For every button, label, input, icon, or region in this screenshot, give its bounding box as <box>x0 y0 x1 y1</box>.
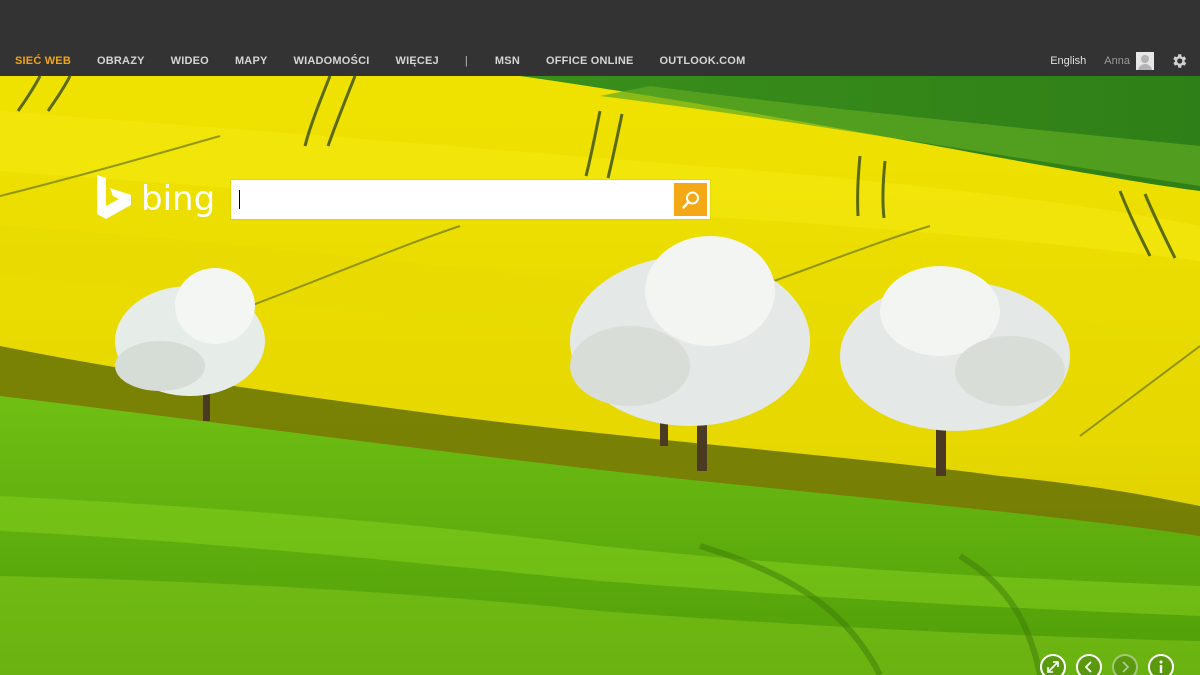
search-input[interactable] <box>239 185 663 215</box>
fullscreen-button[interactable] <box>1040 654 1066 675</box>
nav-item-outlook[interactable]: OUTLOOK.COM <box>660 55 746 67</box>
gear-icon[interactable] <box>1170 52 1188 70</box>
previous-image-button[interactable] <box>1076 654 1102 675</box>
info-icon <box>1159 660 1163 673</box>
nav-item-msn[interactable]: MSN <box>495 55 520 67</box>
header-tools: English Anna <box>1050 50 1188 72</box>
main-nav: SIEĆ WEB OBRAZY WIDEO MAPY WIADOMOŚCI WI… <box>15 54 771 68</box>
search-box <box>231 180 710 219</box>
image-controls <box>1040 654 1174 675</box>
nav-item-news[interactable]: WIADOMOŚCI <box>294 55 370 67</box>
search-icon <box>681 191 699 209</box>
nav-separator: | <box>464 55 468 67</box>
nav-item-videos[interactable]: WIDEO <box>171 55 209 67</box>
top-bar: SIEĆ WEB OBRAZY WIDEO MAPY WIADOMOŚCI WI… <box>0 0 1200 76</box>
nav-item-office-online[interactable]: OFFICE ONLINE <box>546 55 634 67</box>
avatar[interactable] <box>1136 52 1154 70</box>
user-name[interactable]: Anna <box>1104 55 1130 67</box>
bing-b-icon <box>97 175 131 219</box>
search-button[interactable] <box>674 183 707 216</box>
nav-item-web[interactable]: SIEĆ WEB <box>15 55 71 67</box>
expand-icon <box>1047 661 1059 673</box>
language-link[interactable]: English <box>1050 55 1086 67</box>
next-image-button[interactable] <box>1112 654 1138 675</box>
bing-homepage: SIEĆ WEB OBRAZY WIDEO MAPY WIADOMOŚCI WI… <box>0 0 1200 675</box>
nav-item-more[interactable]: WIĘCEJ <box>395 55 438 67</box>
bing-logo[interactable]: bing <box>95 175 220 221</box>
info-button[interactable] <box>1148 654 1174 675</box>
chevron-right-icon <box>1122 661 1130 673</box>
bing-logo-text: bing <box>141 179 216 219</box>
chevron-left-icon <box>1084 661 1092 673</box>
text-caret <box>239 190 240 209</box>
nav-item-maps[interactable]: MAPY <box>235 55 268 67</box>
background-image <box>0 76 1200 675</box>
nav-item-images[interactable]: OBRAZY <box>97 55 145 67</box>
